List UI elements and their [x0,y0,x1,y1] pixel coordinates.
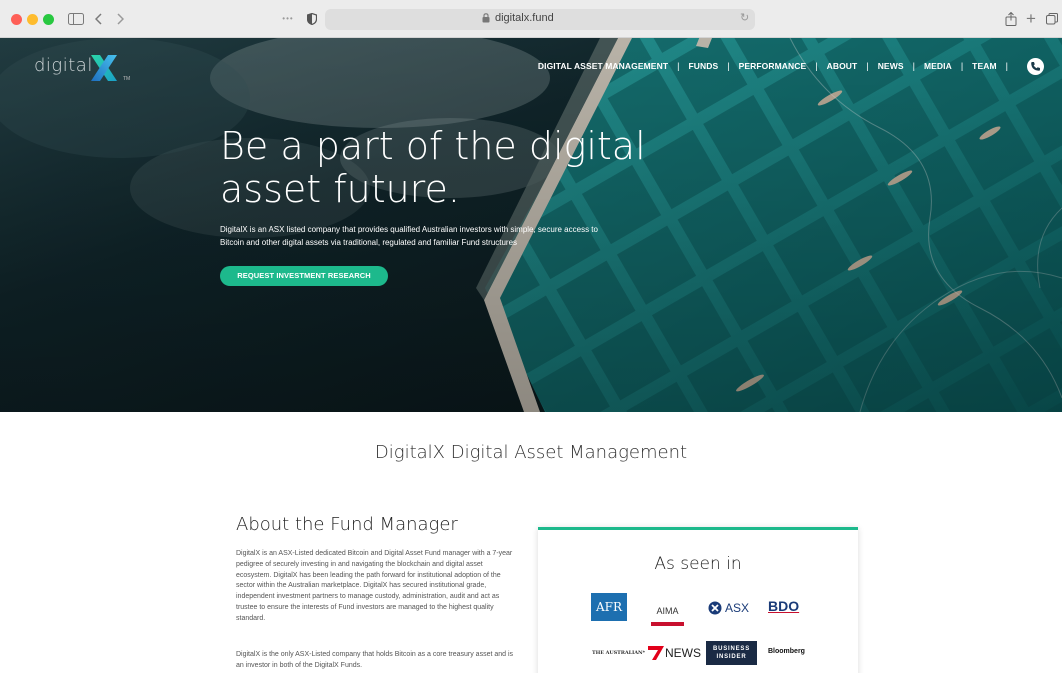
zoom-window-button[interactable] [43,14,54,25]
the-australian-logo: THE AUSTRALIAN* [592,650,646,656]
asx-logo-text: ASX [725,601,750,615]
bloomberg-logo: Bloomberg [768,648,805,655]
nav-separator: | [815,61,818,71]
business-insider-logo: BUSINESS INSIDER [706,641,757,665]
asx-mark-icon [708,601,722,615]
nav-funds[interactable]: FUNDS [688,61,718,71]
hero-description: DigitalX is an ASX listed company that p… [220,225,598,247]
url-text: digitalx.fund [495,12,554,24]
aima-logo: AIMA [651,600,684,627]
sidebar-toggle-icon[interactable] [68,9,84,29]
nav-separator: | [912,61,915,71]
as-seen-in-card: As seen in AFR AIMA ASX BDO THE AUSTRALI… [538,527,858,673]
nav-separator: | [866,61,869,71]
browser-toolbar: ••• digitalx.fund ↻ + [0,0,1062,38]
business-insider-line2: INSIDER [716,654,747,660]
aima-logo-bar [651,622,684,626]
nav-separator: | [960,61,964,71]
lock-icon [482,13,492,25]
reload-icon[interactable]: ↻ [740,11,749,24]
aima-logo-text: AIMA [656,606,679,616]
phone-icon[interactable] [1027,57,1044,75]
browser-window: ••• digitalx.fund ↻ + digital TM DIGITAL… [0,0,1062,673]
main-nav: DIGITAL ASSET MANAGEMENT | FUNDS | PERFO… [538,56,1044,76]
bdo-logo: BDO [768,598,800,614]
asx-logo: ASX [708,600,749,616]
logo-trademark: TM [123,76,131,82]
afr-logo: AFR [591,593,627,621]
share-icon[interactable] [1003,9,1019,29]
nav-team[interactable]: TEAM [972,61,996,71]
7news-logo-text: NEWS [665,646,701,660]
privacy-shield-icon[interactable] [305,9,319,29]
section-title: DigitalX Digital Asset Management [374,442,688,463]
business-insider-line1: BUSINESS [712,646,751,652]
tab-overview-icon[interactable]: ••• [281,9,295,29]
nav-media[interactable]: MEDIA [924,61,952,71]
nav-about[interactable]: ABOUT [827,61,858,71]
nav-news[interactable]: NEWS [878,61,904,71]
new-tab-icon[interactable]: + [1024,9,1038,29]
about-title: About the Fund Manager [236,514,458,535]
nav-performance[interactable]: PERFORMANCE [739,61,807,71]
back-icon[interactable] [92,9,106,29]
minimize-window-button[interactable] [27,14,38,25]
show-tabs-icon[interactable] [1044,9,1060,29]
request-investment-research-button[interactable]: REQUEST INVESTMENT RESEARCH [220,266,388,286]
hero-section: digital TM DIGITAL ASSET MANAGEMENT | FU… [0,38,1062,412]
nav-separator: | [727,61,730,71]
7news-logo: NEWS [648,644,701,662]
hero-title: Be a part of the digital asset future. [220,124,646,211]
nav-separator: | [1005,61,1008,71]
forward-icon[interactable] [113,9,127,29]
close-window-button[interactable] [11,14,22,25]
about-paragraph: DigitalX is the only ASX-Listed company … [236,651,514,669]
logo-x-mark-icon [91,55,117,81]
nav-separator: | [677,61,680,71]
as-seen-in-title: As seen in [654,554,742,574]
logo-wordmark: digital [34,55,93,76]
7news-seven-icon [648,646,664,660]
about-paragraph: DigitalX is an ASX-Listed dedicated Bitc… [236,550,513,622]
nav-digital-asset-management[interactable]: DIGITAL ASSET MANAGEMENT [538,61,668,71]
